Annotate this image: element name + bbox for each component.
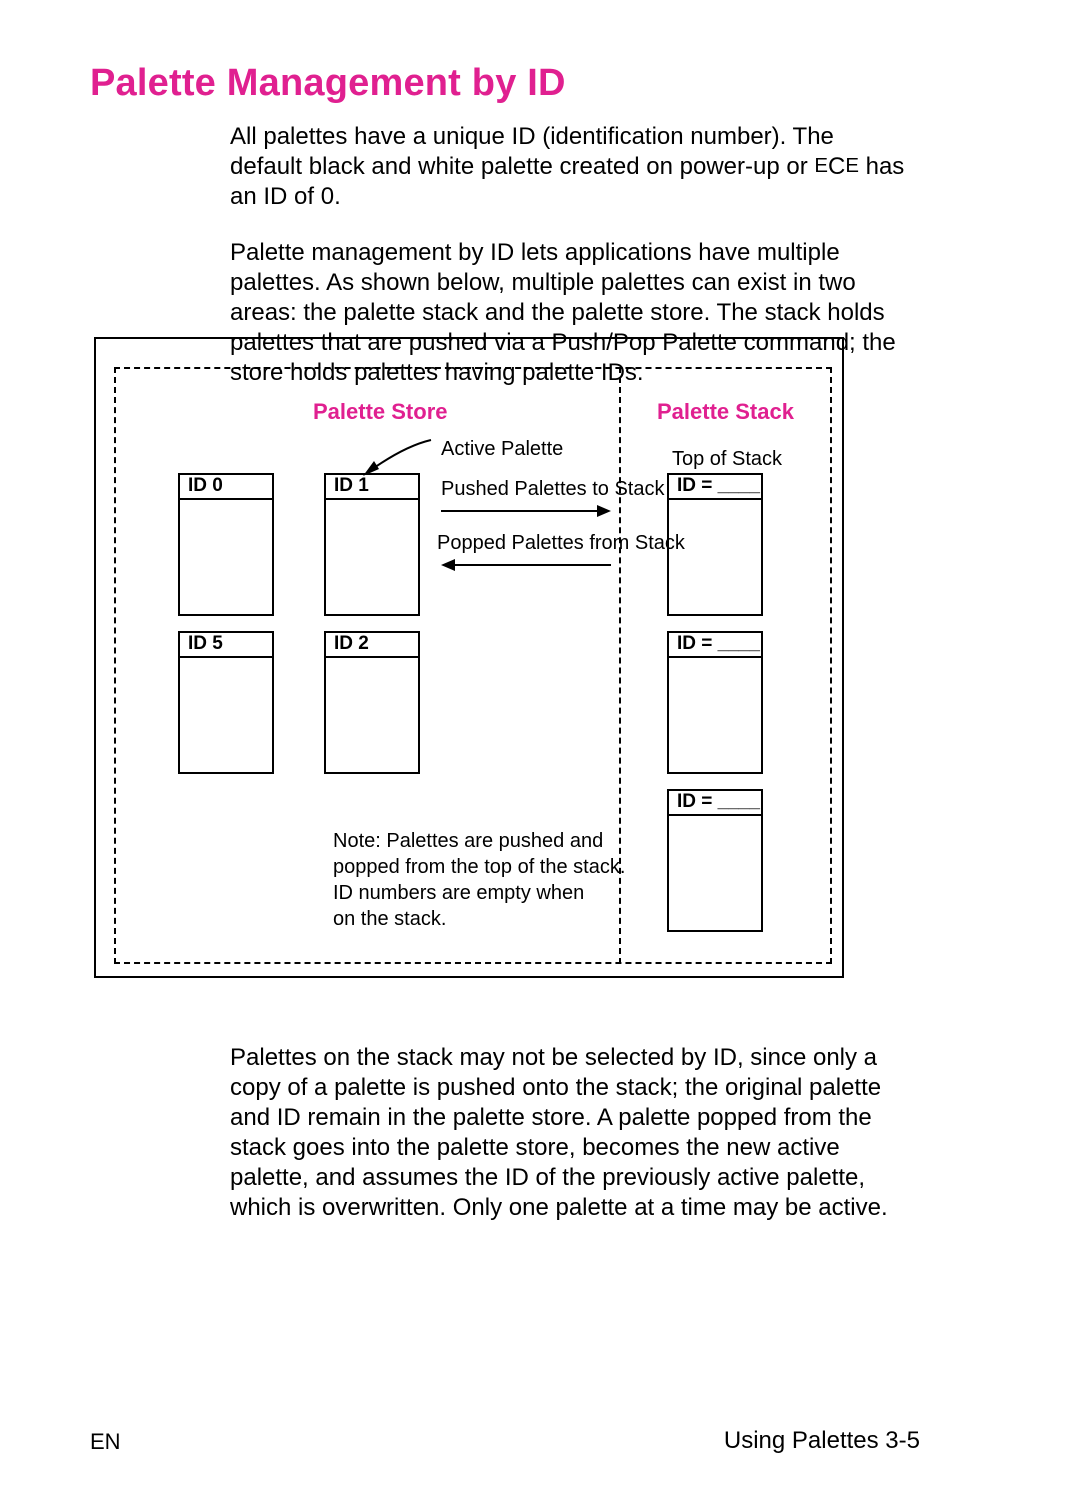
top-of-stack-label: Top of Stack bbox=[672, 447, 782, 472]
active-palette-label: Active Palette bbox=[441, 437, 563, 462]
palette-box-header: ID = ____ bbox=[669, 791, 761, 816]
palette-box-header: ID = ____ bbox=[669, 633, 761, 658]
diagram-note-line4: on the stack. bbox=[333, 907, 446, 932]
page: Palette Management by ID All palettes ha… bbox=[0, 0, 1080, 1495]
palette-box-header: ID 1 bbox=[326, 475, 418, 500]
palette-box-id0: ID 0 bbox=[178, 473, 274, 616]
palette-box-body bbox=[326, 658, 418, 772]
pushed-label: Pushed Palettes to Stack bbox=[441, 477, 664, 502]
popped-label: Popped Palettes from Stack bbox=[437, 531, 685, 556]
palette-box-body bbox=[669, 500, 761, 614]
diagram: Palette Store Palette Stack Active Palet… bbox=[94, 337, 844, 978]
paragraph-1: All palettes have a unique ID (identific… bbox=[230, 122, 910, 212]
dashed-border-bottom bbox=[114, 962, 832, 964]
diagram-note-line1: Note: Palettes are pushed and bbox=[333, 829, 603, 854]
footer-left: EN bbox=[90, 1429, 121, 1455]
pushed-arrow-icon bbox=[441, 503, 611, 519]
palette-box-id5: ID 5 bbox=[178, 631, 274, 774]
palette-box-body bbox=[669, 816, 761, 930]
palette-stack-title: Palette Stack bbox=[657, 399, 794, 425]
footer-right: Using Palettes 3-5 bbox=[724, 1427, 920, 1455]
palette-box-stack-1: ID = ____ bbox=[667, 473, 763, 616]
palette-box-body bbox=[669, 658, 761, 772]
paragraph-3: Palettes on the stack may not be selecte… bbox=[230, 1043, 915, 1223]
palette-box-stack-2: ID = ____ bbox=[667, 631, 763, 774]
palette-box-body bbox=[326, 500, 418, 614]
diagram-note-line2: popped from the top of the stack. bbox=[333, 855, 625, 880]
diagram-note-line3: ID numbers are empty when bbox=[333, 881, 584, 906]
dashed-border-right bbox=[830, 367, 832, 964]
dashed-border-top bbox=[114, 367, 832, 369]
dashed-border-left bbox=[114, 367, 116, 964]
palette-box-header: ID 2 bbox=[326, 633, 418, 658]
palette-box-header: ID = ____ bbox=[669, 475, 761, 500]
page-heading: Palette Management by ID bbox=[90, 62, 566, 105]
palette-box-header: ID 0 bbox=[180, 475, 272, 500]
palette-box-body bbox=[180, 658, 272, 772]
palette-box-header: ID 5 bbox=[180, 633, 272, 658]
palette-box-id1: ID 1 bbox=[324, 473, 420, 616]
palette-box-stack-3: ID = ____ bbox=[667, 789, 763, 932]
p1-a: All palettes have a unique ID (identific… bbox=[230, 123, 834, 180]
popped-arrow-icon bbox=[441, 557, 611, 573]
palette-box-id2: ID 2 bbox=[324, 631, 420, 774]
palette-box-body bbox=[180, 500, 272, 614]
palette-store-title: Palette Store bbox=[313, 399, 448, 425]
ece-code: ECE bbox=[814, 153, 859, 180]
